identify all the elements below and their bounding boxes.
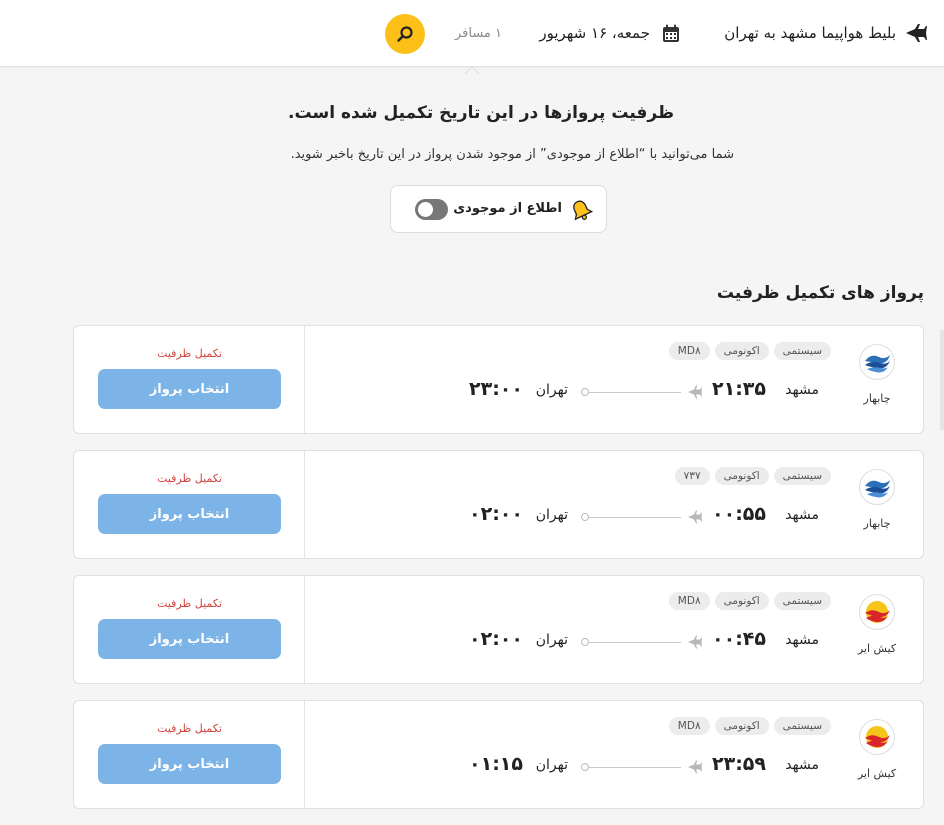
airline-name: چابهار [863, 517, 891, 530]
departure-time: ۲۳:۵۹ [712, 753, 766, 775]
airline-logo-icon [859, 469, 895, 505]
availability-alert-switch[interactable] [415, 199, 448, 220]
dropdown-notch [465, 66, 479, 74]
route-end-dot [581, 388, 589, 396]
search-button[interactable] [385, 14, 425, 54]
scroll-edge [940, 330, 944, 430]
destination-city: تهران [535, 757, 568, 773]
flight-tags: سیستمی اکونومی ۷۳۷ [674, 467, 831, 485]
arrival-time: ۲۳:۰۰ [469, 378, 523, 400]
full-flights-section-title: پرواز های تکمیل ظرفیت [716, 283, 924, 303]
capacity-full-subtitle: شما می‌توانید با “اطلاع از موجودی” از مو… [290, 147, 734, 162]
flight-card[interactable]: چابهار سیستمی اکونومی ۷۳۷ مشهد ۰۰:۵۵ تهران ۰۲:۰… [73, 450, 924, 559]
route-airplane-icon [688, 385, 702, 399]
departure-time: ۲۱:۳۵ [712, 378, 766, 400]
arrival-time: ۰۱:۱۵ [469, 753, 523, 775]
flight-tag: ۷۳۷ [674, 467, 710, 485]
search-icon [397, 26, 413, 42]
capacity-full-title: ظرفیت پروازها در این تاریخ تکمیل شده است… [288, 103, 674, 123]
select-flight-button[interactable]: انتخاب پرواز [98, 369, 281, 409]
destination-city: تهران [535, 382, 568, 398]
select-flight-button[interactable]: انتخاب پرواز [98, 494, 281, 534]
card-divider [304, 701, 305, 808]
flight-tag: اکونومی [714, 342, 769, 360]
flight-tag: MD۸ [668, 717, 710, 735]
departure-time: ۰۰:۵۵ [712, 503, 766, 525]
flight-tag: MD۸ [668, 592, 710, 610]
route-airplane-icon [688, 635, 702, 649]
switch-knob [418, 202, 433, 217]
top-bar: بلیط هواپیما مشهد به تهران جمعه، ۱۶ شهری… [0, 0, 944, 67]
route-title: بلیط هواپیما مشهد به تهران [724, 24, 896, 42]
airline-logo-icon [859, 719, 895, 755]
destination-city: تهران [535, 632, 568, 648]
capacity-status: تکمیل ظرفیت [157, 472, 222, 485]
capacity-status: تکمیل ظرفیت [157, 597, 222, 610]
availability-alert-label: اطلاع از موجودی [453, 201, 562, 216]
capacity-status: تکمیل ظرفیت [157, 722, 222, 735]
card-divider [304, 576, 305, 683]
origin-city: مشهد [785, 382, 819, 398]
airplane-icon [906, 24, 927, 42]
select-flight-button[interactable]: انتخاب پرواز [98, 619, 281, 659]
origin-city: مشهد [785, 507, 819, 523]
flight-tag: MD۸ [668, 342, 710, 360]
flight-tag: اکونومی [714, 592, 769, 610]
availability-alert-toggle-box[interactable]: اطلاع از موجودی [390, 185, 607, 233]
bell-icon [573, 200, 593, 221]
calendar-icon [663, 24, 679, 42]
route-end-dot [581, 513, 589, 521]
route-end-dot [581, 763, 589, 771]
route-line [586, 392, 681, 393]
flight-tag: سیستمی [773, 717, 831, 735]
route-end-dot [581, 638, 589, 646]
flight-tag: سیستمی [773, 342, 831, 360]
flight-card[interactable]: کیش ایر سیستمی اکونومی MD۸ مشهد ۲۳:۵۹ تهران ۰۱:… [73, 700, 924, 809]
route-line [586, 767, 681, 768]
departure-time: ۰۰:۴۵ [712, 628, 766, 650]
flight-date[interactable]: جمعه، ۱۶ شهریور [539, 24, 650, 42]
flight-card[interactable]: چابهار سیستمی اکونومی MD۸ مشهد ۲۱:۳۵ تهران ۲۳:۰… [73, 325, 924, 434]
flight-tags: سیستمی اکونومی MD۸ [668, 342, 831, 360]
destination-city: تهران [535, 507, 568, 523]
arrival-time: ۰۲:۰۰ [469, 503, 523, 525]
arrival-time: ۰۲:۰۰ [469, 628, 523, 650]
route-airplane-icon [688, 760, 702, 774]
passenger-count[interactable]: ۱ مسافر [455, 26, 502, 41]
flight-tags: سیستمی اکونومی MD۸ [668, 592, 831, 610]
airline-logo-icon [859, 594, 895, 630]
flight-tag: سیستمی [773, 592, 831, 610]
card-divider [304, 326, 305, 433]
airline-name: چابهار [863, 392, 891, 405]
route-line [586, 517, 681, 518]
origin-city: مشهد [785, 757, 819, 773]
flight-tag: اکونومی [714, 717, 769, 735]
select-flight-button[interactable]: انتخاب پرواز [98, 744, 281, 784]
flight-tag: اکونومی [714, 467, 769, 485]
flight-card[interactable]: کیش ایر سیستمی اکونومی MD۸ مشهد ۰۰:۴۵ تهران ۰۲:… [73, 575, 924, 684]
airline-logo-icon [859, 344, 895, 380]
route-line [586, 642, 681, 643]
airline-name: کیش ایر [857, 767, 897, 780]
airline-name: کیش ایر [857, 642, 897, 655]
flight-tag: سیستمی [773, 467, 831, 485]
origin-city: مشهد [785, 632, 819, 648]
capacity-status: تکمیل ظرفیت [157, 347, 222, 360]
flight-tags: سیستمی اکونومی MD۸ [668, 717, 831, 735]
route-airplane-icon [688, 510, 702, 524]
card-divider [304, 451, 305, 558]
